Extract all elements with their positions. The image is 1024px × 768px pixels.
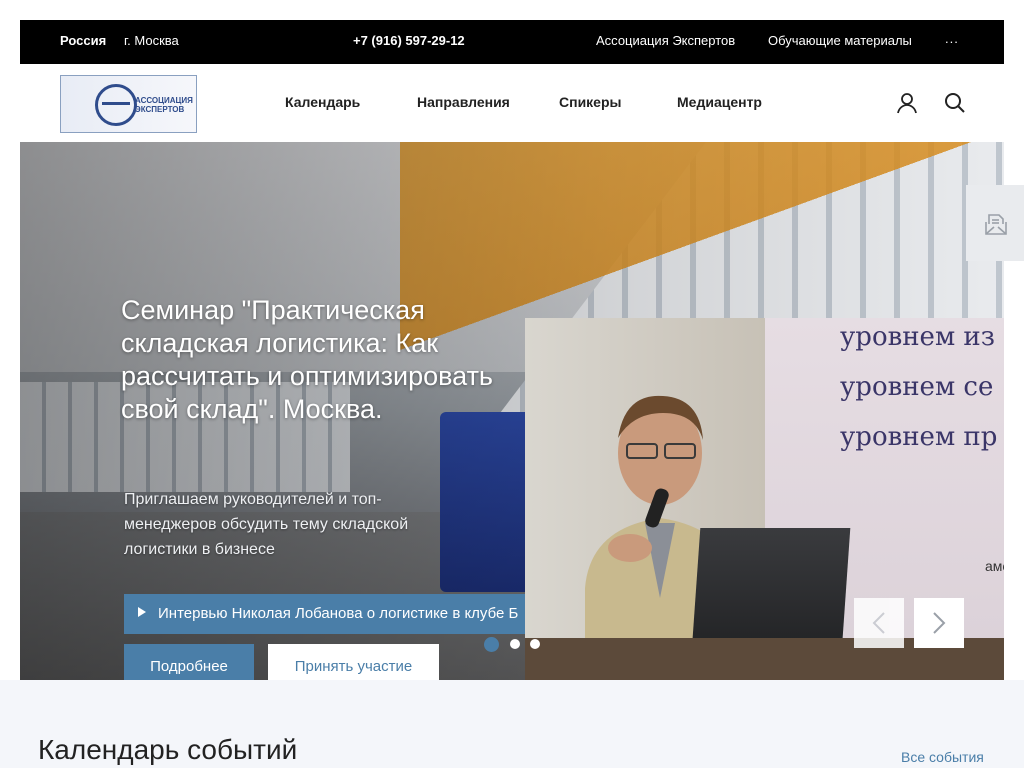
slide-dot-1[interactable]: [484, 637, 499, 652]
video-link[interactable]: Интервью Николая Лобанова о логистике в …: [124, 594, 544, 634]
join-button[interactable]: Принять участие: [268, 644, 439, 680]
hero-description: Приглашаем руководителей и топ-менеджеро…: [124, 491, 409, 558]
hero-title: Семинар "Практическая складская логистик…: [121, 295, 494, 424]
slide-dot-2[interactable]: [510, 639, 520, 649]
top-bar: Россия г. Москва +7 (916) 597-29-12 Ассо…: [20, 20, 1004, 64]
events-calendar-section: Календарь событий Все события: [0, 680, 1024, 768]
slide-dot-3[interactable]: [530, 639, 540, 649]
section-title: Календарь событий: [38, 734, 298, 765]
chevron-right-icon: [933, 612, 946, 634]
chevron-left-icon: [872, 612, 885, 634]
nav-speakers[interactable]: Спикеры: [559, 94, 621, 110]
search-icon[interactable]: [943, 91, 967, 115]
next-slide-button[interactable]: [914, 598, 964, 648]
more-button[interactable]: Подробнее: [124, 644, 254, 680]
top-link-materials[interactable]: Обучающие материалы: [768, 33, 912, 48]
phone-link[interactable]: +7 (916) 597-29-12: [353, 33, 465, 48]
logo-name: АССОЦИАЦИЯ ЭКСПЕРТОВ: [135, 96, 193, 114]
subscribe-tab[interactable]: [966, 185, 1024, 261]
country-selector[interactable]: Россия: [60, 33, 106, 48]
hero-slider: Семинар "Практическая складская логистик…: [20, 142, 1004, 680]
nav-mediacenter[interactable]: Медиацентр: [677, 94, 762, 110]
nav-calendar[interactable]: Календарь: [285, 94, 360, 110]
logo-mark-icon: [95, 84, 137, 126]
mail-icon: [985, 214, 1007, 235]
all-events-link[interactable]: Все события: [901, 749, 984, 765]
city-selector[interactable]: г. Москва: [124, 33, 179, 48]
prev-slide-button[interactable]: [854, 598, 904, 648]
top-link-association[interactable]: Ассоциация Экспертов: [596, 33, 735, 48]
nav-directions[interactable]: Направления: [417, 94, 510, 110]
main-header: АССОЦИАЦИЯ ЭКСПЕРТОВ Календарь Направлен…: [20, 64, 1004, 142]
video-link-label: Интервью Николая Лобанова о логистике в …: [158, 605, 519, 622]
more-menu-button[interactable]: ...: [945, 31, 959, 46]
site-logo[interactable]: АССОЦИАЦИЯ ЭКСПЕРТОВ: [60, 75, 197, 133]
play-icon: [138, 607, 146, 617]
user-icon[interactable]: [895, 91, 919, 115]
